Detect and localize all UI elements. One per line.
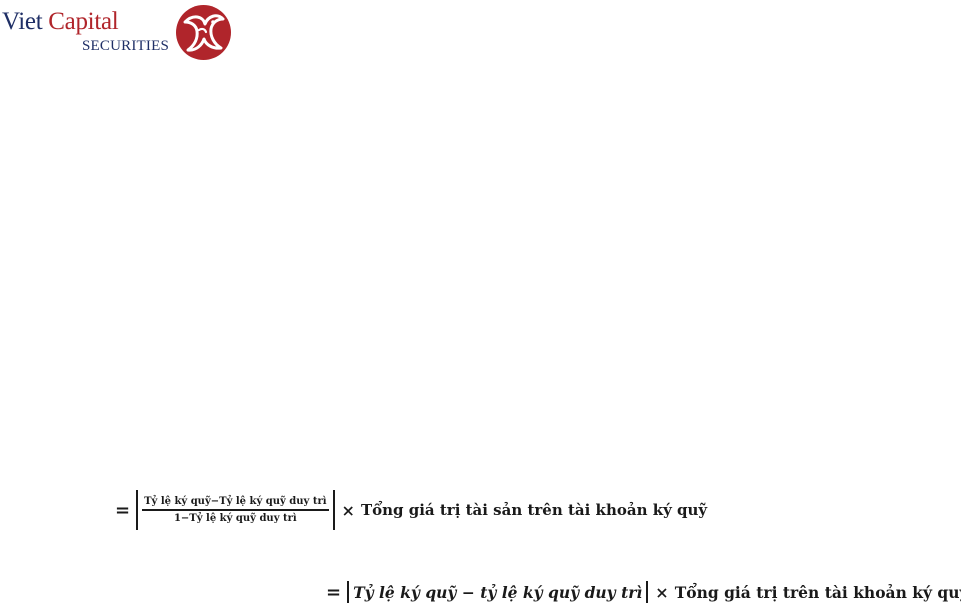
formula-line-2: = Tỷ lệ ký quỹ − tỷ lệ ký quỹ duy trì × … — [326, 578, 961, 606]
abs-bar-right — [332, 490, 335, 530]
abs-expression: Tỷ lệ ký quỹ − tỷ lệ ký quỹ duy trì — [353, 582, 643, 602]
equals-sign: = — [326, 581, 342, 603]
logo-line2: SECURITIES — [82, 38, 170, 54]
abs-bar-right — [646, 581, 649, 603]
fraction-numerator: Tỷ lệ ký quỹ−Tỷ lệ ký quỹ duy trì — [144, 496, 327, 508]
equals-sign: = — [115, 499, 131, 521]
fraction: Tỷ lệ ký quỹ−Tỷ lệ ký quỹ duy trì 1−Tỷ l… — [142, 496, 329, 524]
logo-word-viet: Viet — [2, 8, 43, 35]
formula-term: Tổng giá trị trên tài khoản ký quỹ — [674, 582, 961, 602]
company-logo: Viet Capital SECURITIES — [2, 3, 234, 60]
fraction-denominator: 1−Tỷ lệ ký quỹ duy trì — [173, 512, 297, 524]
times-sign: × — [341, 500, 355, 520]
logo-word-capital: Capital — [48, 8, 119, 35]
logo-line1: Viet Capital — [2, 8, 119, 36]
abs-bar-left — [136, 490, 139, 530]
abs-bar-left — [347, 581, 350, 603]
logo-bird-emblem-icon — [176, 5, 231, 60]
times-sign: × — [655, 582, 669, 602]
formula-term: Tổng giá trị tài sản trên tài khoản ký q… — [360, 501, 708, 519]
formula-line-1: = Tỷ lệ ký quỹ−Tỷ lệ ký quỹ duy trì 1−Tỷ… — [115, 488, 707, 532]
